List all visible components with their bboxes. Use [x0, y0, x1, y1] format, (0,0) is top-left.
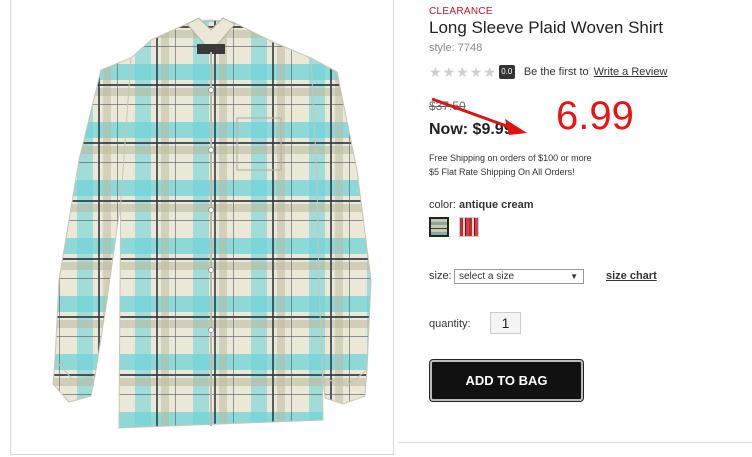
review-prompt: Be the first to — [523, 66, 589, 78]
add-to-bag-button[interactable]: ADD TO BAG — [429, 359, 584, 402]
swatch-antique-cream[interactable] — [429, 217, 449, 237]
product-image[interactable] — [10, 0, 394, 455]
rating-score-badge: 0.0 — [498, 65, 515, 79]
color-selection-label: color: antique cream — [429, 199, 534, 211]
rating-row: ★ ★ ★ ★ ★ 0.0 Be the first to Write a Re… — [429, 63, 667, 81]
color-value: antique cream — [458, 199, 534, 211]
size-label: size: — [429, 270, 452, 282]
chevron-down-icon: ▼ — [570, 272, 578, 281]
free-shipping-note: Free Shipping on orders of $100 or more — [429, 153, 592, 163]
clearance-badge: CLEARANCE — [429, 6, 493, 17]
write-review-link[interactable]: Write a Review — [594, 66, 668, 78]
star-icon: ★ — [429, 64, 442, 80]
section-divider — [398, 442, 752, 443]
plaid-shirt-illustration — [52, 17, 372, 429]
flat-rate-shipping-note: $5 Flat Rate Shipping On All Orders! — [429, 167, 575, 177]
swatch-red-plaid[interactable] — [459, 217, 479, 237]
style-number: style: 7748 — [429, 42, 483, 54]
original-price: $37.50 — [429, 99, 466, 113]
quantity-label: quantity: — [429, 318, 471, 330]
star-icon: ★ — [483, 64, 496, 80]
rating-stars[interactable]: ★ ★ ★ ★ ★ — [429, 65, 496, 79]
color-label: color: — [429, 199, 456, 211]
price-annotation: 6.99 — [556, 94, 634, 138]
size-dropdown[interactable]: select a size ▼ — [454, 269, 584, 284]
sale-price: Now: $9.99 — [429, 121, 513, 138]
star-icon: ★ — [456, 64, 469, 80]
size-chart-link[interactable]: size chart — [606, 270, 657, 282]
star-icon: ★ — [442, 64, 456, 80]
star-icon: ★ — [469, 64, 483, 80]
product-title: Long Sleeve Plaid Woven Shirt — [429, 18, 664, 37]
quantity-input[interactable]: 1 — [490, 312, 521, 334]
size-selected-value: select a size — [459, 271, 515, 282]
